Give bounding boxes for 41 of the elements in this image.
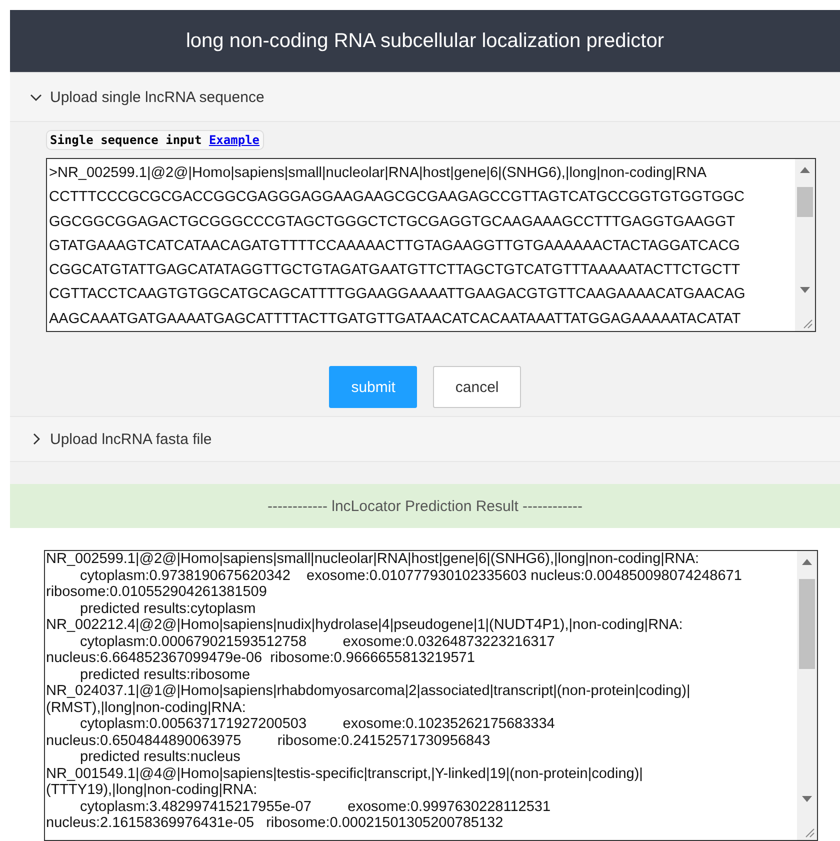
result-line: NR_002599.1|@2@|Homo|sapiens|small|nucleolar|RNA|host|gene|6|(SNHG6),|long|non-coding|RNA:	[46, 551, 700, 568]
section-header[interactable]: Upload single lncRNA sequence	[10, 72, 840, 122]
result-line: NR_001549.1|@4@|Homo|sapiens|testis-specific|transcript,|Y-linked|19|(non-protein|coding)|	[46, 766, 644, 782]
result-line: predicted results:nucleus	[79, 749, 242, 766]
resize-grip-icon[interactable]	[803, 826, 815, 838]
result-line: nucleus:0.6504844890063975 ribosome:0.24152571730956843	[46, 732, 492, 749]
page-title: long non-coding RNA subcellular localization predictor	[186, 30, 664, 52]
result-line: (TTTY19),|long|non-coding|RNA:	[46, 782, 258, 798]
sequence-line: AAGCAAATGATGAAAATGAGCATTTTACTTGATGTTGATAACATCACAATAAATTATGGAGAAAAATACATAT	[49, 310, 742, 329]
result-line: cytoplasm:0.000679021593512758 exosome:0.03264873223216317	[79, 634, 556, 650]
sequence-line: GTATGAAAGTCATCATAACAGATGTTTTCCAAAAACTTGTAGAAGGTTGTGAAAAAACTACTAGGATCACG	[49, 236, 741, 256]
example-link[interactable]: Example	[208, 133, 260, 147]
result-textarea[interactable]	[44, 550, 818, 841]
scroll-up-icon[interactable]	[802, 559, 812, 565]
result-line: NR_002212.4|@2@|Homo|sapiens|nudix|hydrolase|4|pseudogene|1|(NUDT4P1),|non-coding|RNA:	[46, 617, 684, 634]
result-line: NR_024037.1|@1@|Homo|sapiens|rhabdomyosarcoma|2|associated|transcript|(non-protein|coding)|	[46, 683, 692, 700]
result-line: predicted results:ribosome	[79, 666, 252, 683]
scroll-up-icon[interactable]	[800, 167, 810, 173]
sequence-textarea[interactable]	[46, 158, 816, 332]
sequence-line: GGCGGCGGAGACTGCGGGCCCGTAGCTGGGCTCTGCGAGGTGCAAGAAAGCCTTTGAGGTGAAGGT	[49, 212, 736, 232]
sequence-line: >NR_002599.1|@2@|Homo|sapiens|small|nucleolar|RNA|host|gene|6|(SNHG6),|long|non-coding|RNA	[49, 164, 708, 183]
result-line: ribosome:0.010552904261381509	[46, 584, 268, 600]
scroll-down-icon[interactable]	[802, 796, 812, 802]
scrollbar-thumb[interactable]	[797, 187, 813, 217]
result-line: predicted results:cytoplasm	[79, 600, 257, 617]
section-header[interactable]: Upload lncRNA fasta file	[10, 416, 840, 462]
result-title: ------------ lncLocator Prediction Result ------------	[268, 498, 582, 514]
sequence-line: CGGCATGTATTGAGCATATAGGTTGCTGTAGATGAATGTTCTTAGCTGTCATGTTTAAAAATACTTCTGCTT	[49, 261, 742, 280]
cancel-button[interactable]: cancel	[433, 366, 521, 408]
resize-grip-icon[interactable]	[801, 317, 813, 329]
sequence-line: CGTTACCTCAAGTGTGGCATGCAGCATTTTGGAAGGAAAATTGAAGACGTGTTCAAGAAAACATGAACAG	[49, 285, 746, 304]
input-label: Single sequence input	[50, 133, 202, 147]
sequence-line: CCTTTCCCGCGCGACCGGCGAGGGAGGAAGAAGCGCGAAGAGCCGTTAGTCATGCCGGTGTGGTGGC	[49, 188, 746, 208]
result-line: cytoplasm:0.005637171927200503 exosome:0.10235262175683334	[79, 716, 556, 732]
result-line: (RMST),|long|non-coding|RNA:	[46, 700, 247, 716]
result-line: cytoplasm:3.482997415217955e-07 exosome:0.9997630228112531	[79, 798, 552, 815]
result-line: nucleus:2.16158369976431e-05 ribosome:0.00021501305200785132	[46, 815, 504, 832]
scroll-down-icon[interactable]	[800, 287, 810, 293]
result-line: nucleus:6.664852367099479e-06 ribosome:0.9666655813219571	[46, 650, 476, 666]
scrollbar-thumb[interactable]	[799, 579, 815, 669]
result-line: cytoplasm:0.9738190675620342 exosome:0.010777930102335603 nucleus:0.004850098074248671	[79, 568, 743, 584]
